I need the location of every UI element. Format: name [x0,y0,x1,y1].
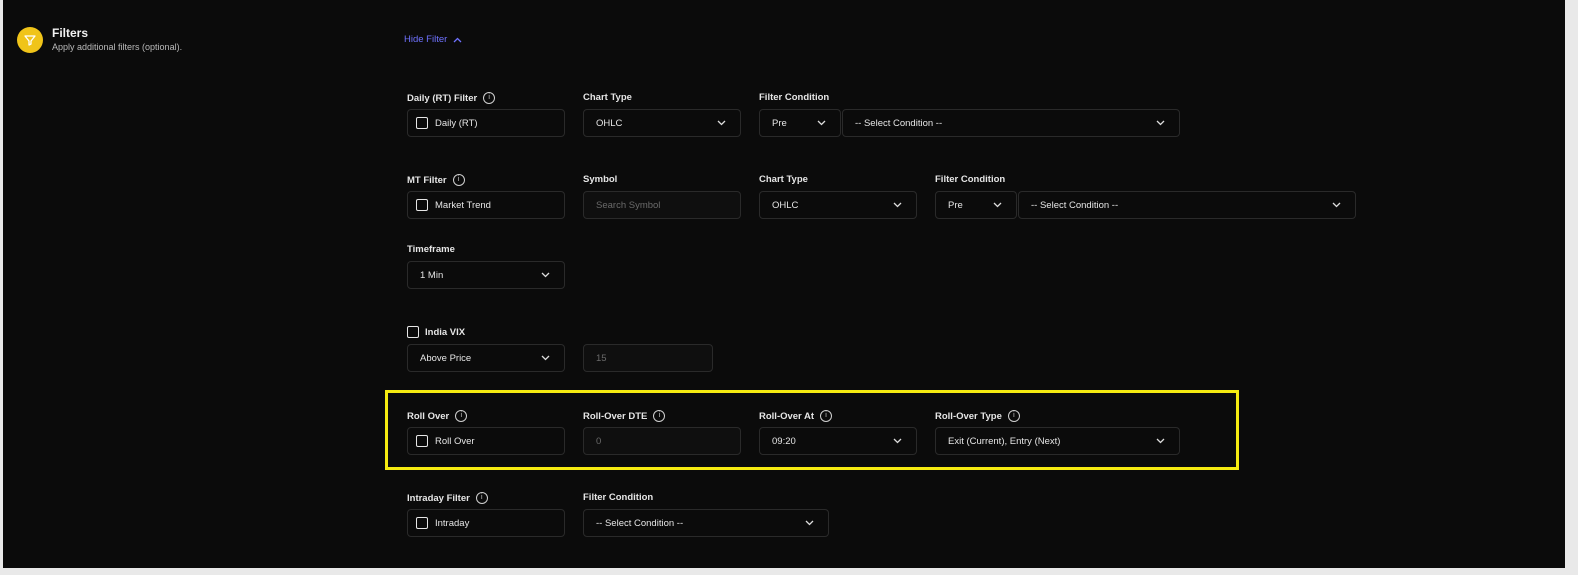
chevron-down-icon [717,120,726,126]
vix-price-placeholder: 15 [596,352,607,364]
section-title: Filters [52,26,89,40]
chevron-down-icon [893,202,902,208]
intraday-condition-value: -- Select Condition -- [596,517,684,529]
rollover-dte-placeholder: 0 [596,435,602,447]
rollover-label: Roll Over i [407,410,468,422]
vix-type-value: Above Price [420,352,472,364]
info-icon[interactable]: i [1007,410,1020,422]
vix-checkbox[interactable] [407,326,419,338]
intraday-filter-condition-label: Filter Condition [583,492,654,503]
rollover-dte-input[interactable]: 0 [583,427,741,455]
chevron-down-icon [817,120,826,126]
daily-pre-value: Pre [772,117,787,129]
rollover-type-value: Exit (Current), Entry (Next) [948,435,1061,447]
chevron-down-icon [1332,202,1341,208]
mt-chart-type-value: OHLC [772,199,799,211]
vix-price-input[interactable]: 15 [583,344,713,372]
mt-checkbox-field[interactable]: Market Trend [407,191,565,219]
rollover-dte-label-text: Roll-Over DTE [583,410,648,422]
info-icon[interactable]: i [820,410,833,422]
mt-filter-label-text: MT Filter [407,174,447,186]
chevron-down-icon [993,202,1002,208]
chevron-down-icon [1156,120,1165,126]
daily-filter-label-text: Daily (RT) Filter [407,92,478,104]
info-icon[interactable]: i [452,174,465,186]
daily-pre-select[interactable]: Pre [759,109,841,137]
mt-chart-type-label: Chart Type [759,174,808,185]
info-icon[interactable]: i [653,410,666,422]
rollover-checkbox-label: Roll Over [435,435,475,447]
chevron-down-icon [893,438,902,444]
mt-timeframe-select[interactable]: 1 Min [407,261,565,289]
chevron-down-icon [1156,438,1165,444]
mt-symbol-input[interactable]: Search Symbol [583,191,741,219]
mt-symbol-placeholder: Search Symbol [596,199,661,211]
daily-condition-select[interactable]: -- Select Condition -- [842,109,1180,137]
chevron-down-icon [541,272,550,278]
rollover-at-select[interactable]: 09:20 [759,427,917,455]
chevron-down-icon [541,355,550,361]
daily-filter-label: Daily (RT) Filter i [407,92,496,104]
mt-checkbox-label: Market Trend [435,199,491,211]
rollover-at-value: 09:20 [772,435,796,447]
daily-chart-type-value: OHLC [596,117,623,129]
mt-condition-select[interactable]: -- Select Condition -- [1018,191,1356,219]
mt-pre-value: Pre [948,199,963,211]
daily-chart-type-select[interactable]: OHLC [583,109,741,137]
rollover-label-text: Roll Over [407,410,450,422]
intraday-condition-select[interactable]: -- Select Condition -- [583,509,829,537]
rollover-at-label-text: Roll-Over At [759,410,815,422]
mt-symbol-label: Symbol [583,174,618,185]
intraday-checkbox-label: Intraday [435,517,470,529]
chevron-down-icon [805,520,814,526]
intraday-checkbox[interactable] [416,517,428,529]
daily-filter-condition-label: Filter Condition [759,92,830,103]
mt-condition-value: -- Select Condition -- [1031,199,1119,211]
intraday-filter-label: Intraday Filter i [407,492,488,504]
mt-filter-label: MT Filter i [407,174,465,186]
info-icon[interactable]: i [475,492,488,504]
rollover-type-label: Roll-Over Type i [935,410,1020,422]
intraday-checkbox-field[interactable]: Intraday [407,509,565,537]
rollover-checkbox[interactable] [416,435,428,447]
mt-chart-type-select[interactable]: OHLC [759,191,917,219]
mt-pre-select[interactable]: Pre [935,191,1017,219]
hide-filter-label: Hide Filter [404,34,448,45]
rollover-at-label: Roll-Over At i [759,410,833,422]
filter-icon [17,27,43,53]
daily-checkbox[interactable] [416,117,428,129]
vix-checkbox-row[interactable]: India VIX [407,326,465,338]
intraday-filter-label-text: Intraday Filter [407,492,470,504]
chevron-up-icon [453,37,462,42]
mt-timeframe-label: Timeframe [407,244,455,255]
section-subtitle: Apply additional filters (optional). [52,42,183,52]
vix-type-select[interactable]: Above Price [407,344,565,372]
rollover-dte-label: Roll-Over DTE i [583,410,666,422]
daily-checkbox-field[interactable]: Daily (RT) [407,109,565,137]
rollover-type-label-text: Roll-Over Type [935,410,1002,422]
daily-checkbox-label: Daily (RT) [435,117,478,129]
hide-filter-button[interactable]: Hide Filter [404,34,462,45]
info-icon[interactable]: i [483,92,496,104]
filters-panel [3,0,1565,568]
vix-checkbox-label: India VIX [425,326,466,338]
daily-chart-type-label: Chart Type [583,92,632,103]
daily-condition-value: -- Select Condition -- [855,117,943,129]
mt-checkbox[interactable] [416,199,428,211]
mt-filter-condition-label: Filter Condition [935,174,1006,185]
mt-timeframe-value: 1 Min [420,269,444,281]
rollover-checkbox-field[interactable]: Roll Over [407,427,565,455]
rollover-type-select[interactable]: Exit (Current), Entry (Next) [935,427,1180,455]
info-icon[interactable]: i [455,410,468,422]
